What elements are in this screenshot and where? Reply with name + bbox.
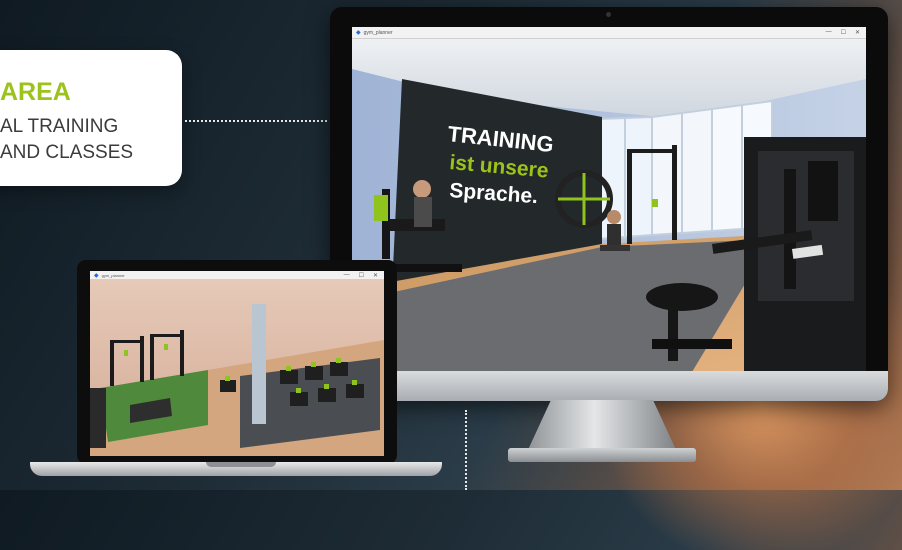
- gym-floorplan-viewport[interactable]: [90, 280, 384, 456]
- app-icon: ◆: [94, 272, 99, 279]
- feature-callout-card: AREA AL TRAINING AND CLASSES: [0, 50, 182, 186]
- close-button[interactable]: ✕: [373, 272, 378, 279]
- callout-line-2: AND CLASSES: [0, 142, 134, 163]
- monitor-chin: [330, 371, 888, 401]
- window-title: gym_planner: [101, 272, 125, 278]
- app-icon: ◆: [356, 30, 361, 36]
- laptop-window-titlebar[interactable]: ◆ gym_planner — ☐ ✕: [90, 271, 384, 280]
- monitor-stand-base: [508, 448, 696, 462]
- laptop-notch: [206, 462, 276, 467]
- monitor-camera: [606, 12, 611, 17]
- connector-dotted-line-vertical: [465, 410, 467, 490]
- desktop-monitor: ◆ gym_planner — ☐ ✕ TRAINING ist unsere …: [330, 7, 888, 401]
- connector-dotted-line: [185, 120, 327, 122]
- close-button[interactable]: ✕: [855, 29, 860, 36]
- laptop-screen: ◆ gym_planner — ☐ ✕: [90, 271, 384, 456]
- minimize-button[interactable]: —: [826, 29, 832, 36]
- gym-3d-viewport[interactable]: TRAINING ist unsere Sprache.: [352, 39, 866, 371]
- monitor-window-titlebar[interactable]: ◆ gym_planner — ☐ ✕: [352, 27, 866, 39]
- maximize-button[interactable]: ☐: [841, 29, 846, 36]
- callout-line-1: AL TRAINING: [0, 116, 119, 137]
- monitor-stand: [527, 400, 677, 452]
- monitor-screen: ◆ gym_planner — ☐ ✕ TRAINING ist unsere …: [352, 27, 866, 371]
- callout-heading: AREA: [0, 78, 71, 106]
- support-pillar: [252, 304, 266, 424]
- edge-machine: [90, 388, 106, 448]
- maximize-button[interactable]: ☐: [359, 272, 364, 279]
- laptop: ◆ gym_planner — ☐ ✕: [77, 260, 397, 464]
- window-title: gym_planner: [363, 29, 393, 36]
- minimize-button[interactable]: —: [344, 272, 350, 279]
